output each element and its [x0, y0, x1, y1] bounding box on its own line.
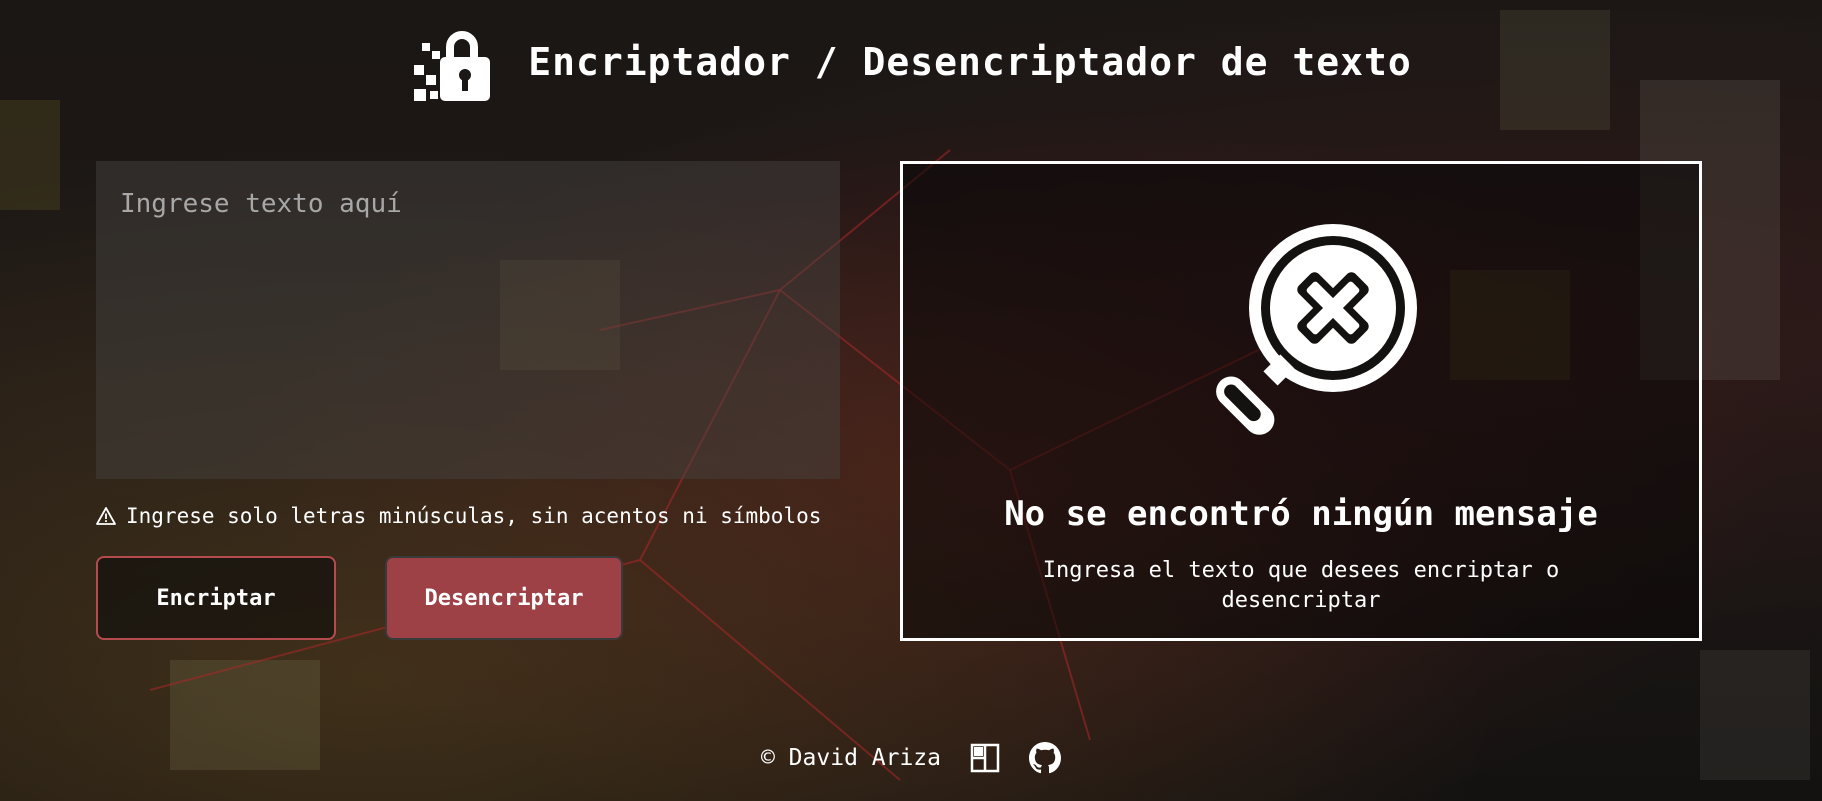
magnifier-x-icon	[1216, 224, 1417, 435]
encrypt-button[interactable]: Encriptar	[96, 556, 336, 640]
warning-text: Ingrese solo letras minúsculas, sin acen…	[126, 504, 822, 528]
input-panel	[96, 161, 840, 479]
decrypt-button[interactable]: Desencriptar	[385, 556, 623, 640]
portfolio-icon[interactable]	[969, 742, 1001, 774]
header: Encriptador / Desencriptador de texto	[0, 20, 1822, 110]
footer: © David Ariza	[0, 740, 1822, 776]
no-message-title: No se encontró ningún mensaje	[1004, 494, 1598, 534]
copyright-text: © David Ariza	[760, 745, 941, 771]
text-input[interactable]	[96, 161, 840, 479]
warning-message: Ingrese solo letras minúsculas, sin acen…	[96, 504, 856, 528]
github-icon[interactable]	[1029, 742, 1061, 774]
warning-triangle-icon	[96, 507, 116, 525]
no-message-subtitle: Ingresa el texto que desees encriptar o …	[1042, 558, 1560, 613]
app-title: Encriptador / Desencriptador de texto	[528, 40, 1412, 84]
pixel-padlock-icon	[414, 31, 491, 101]
output-panel: No se encontró ningún mensaje Ingresa el…	[900, 161, 1702, 641]
